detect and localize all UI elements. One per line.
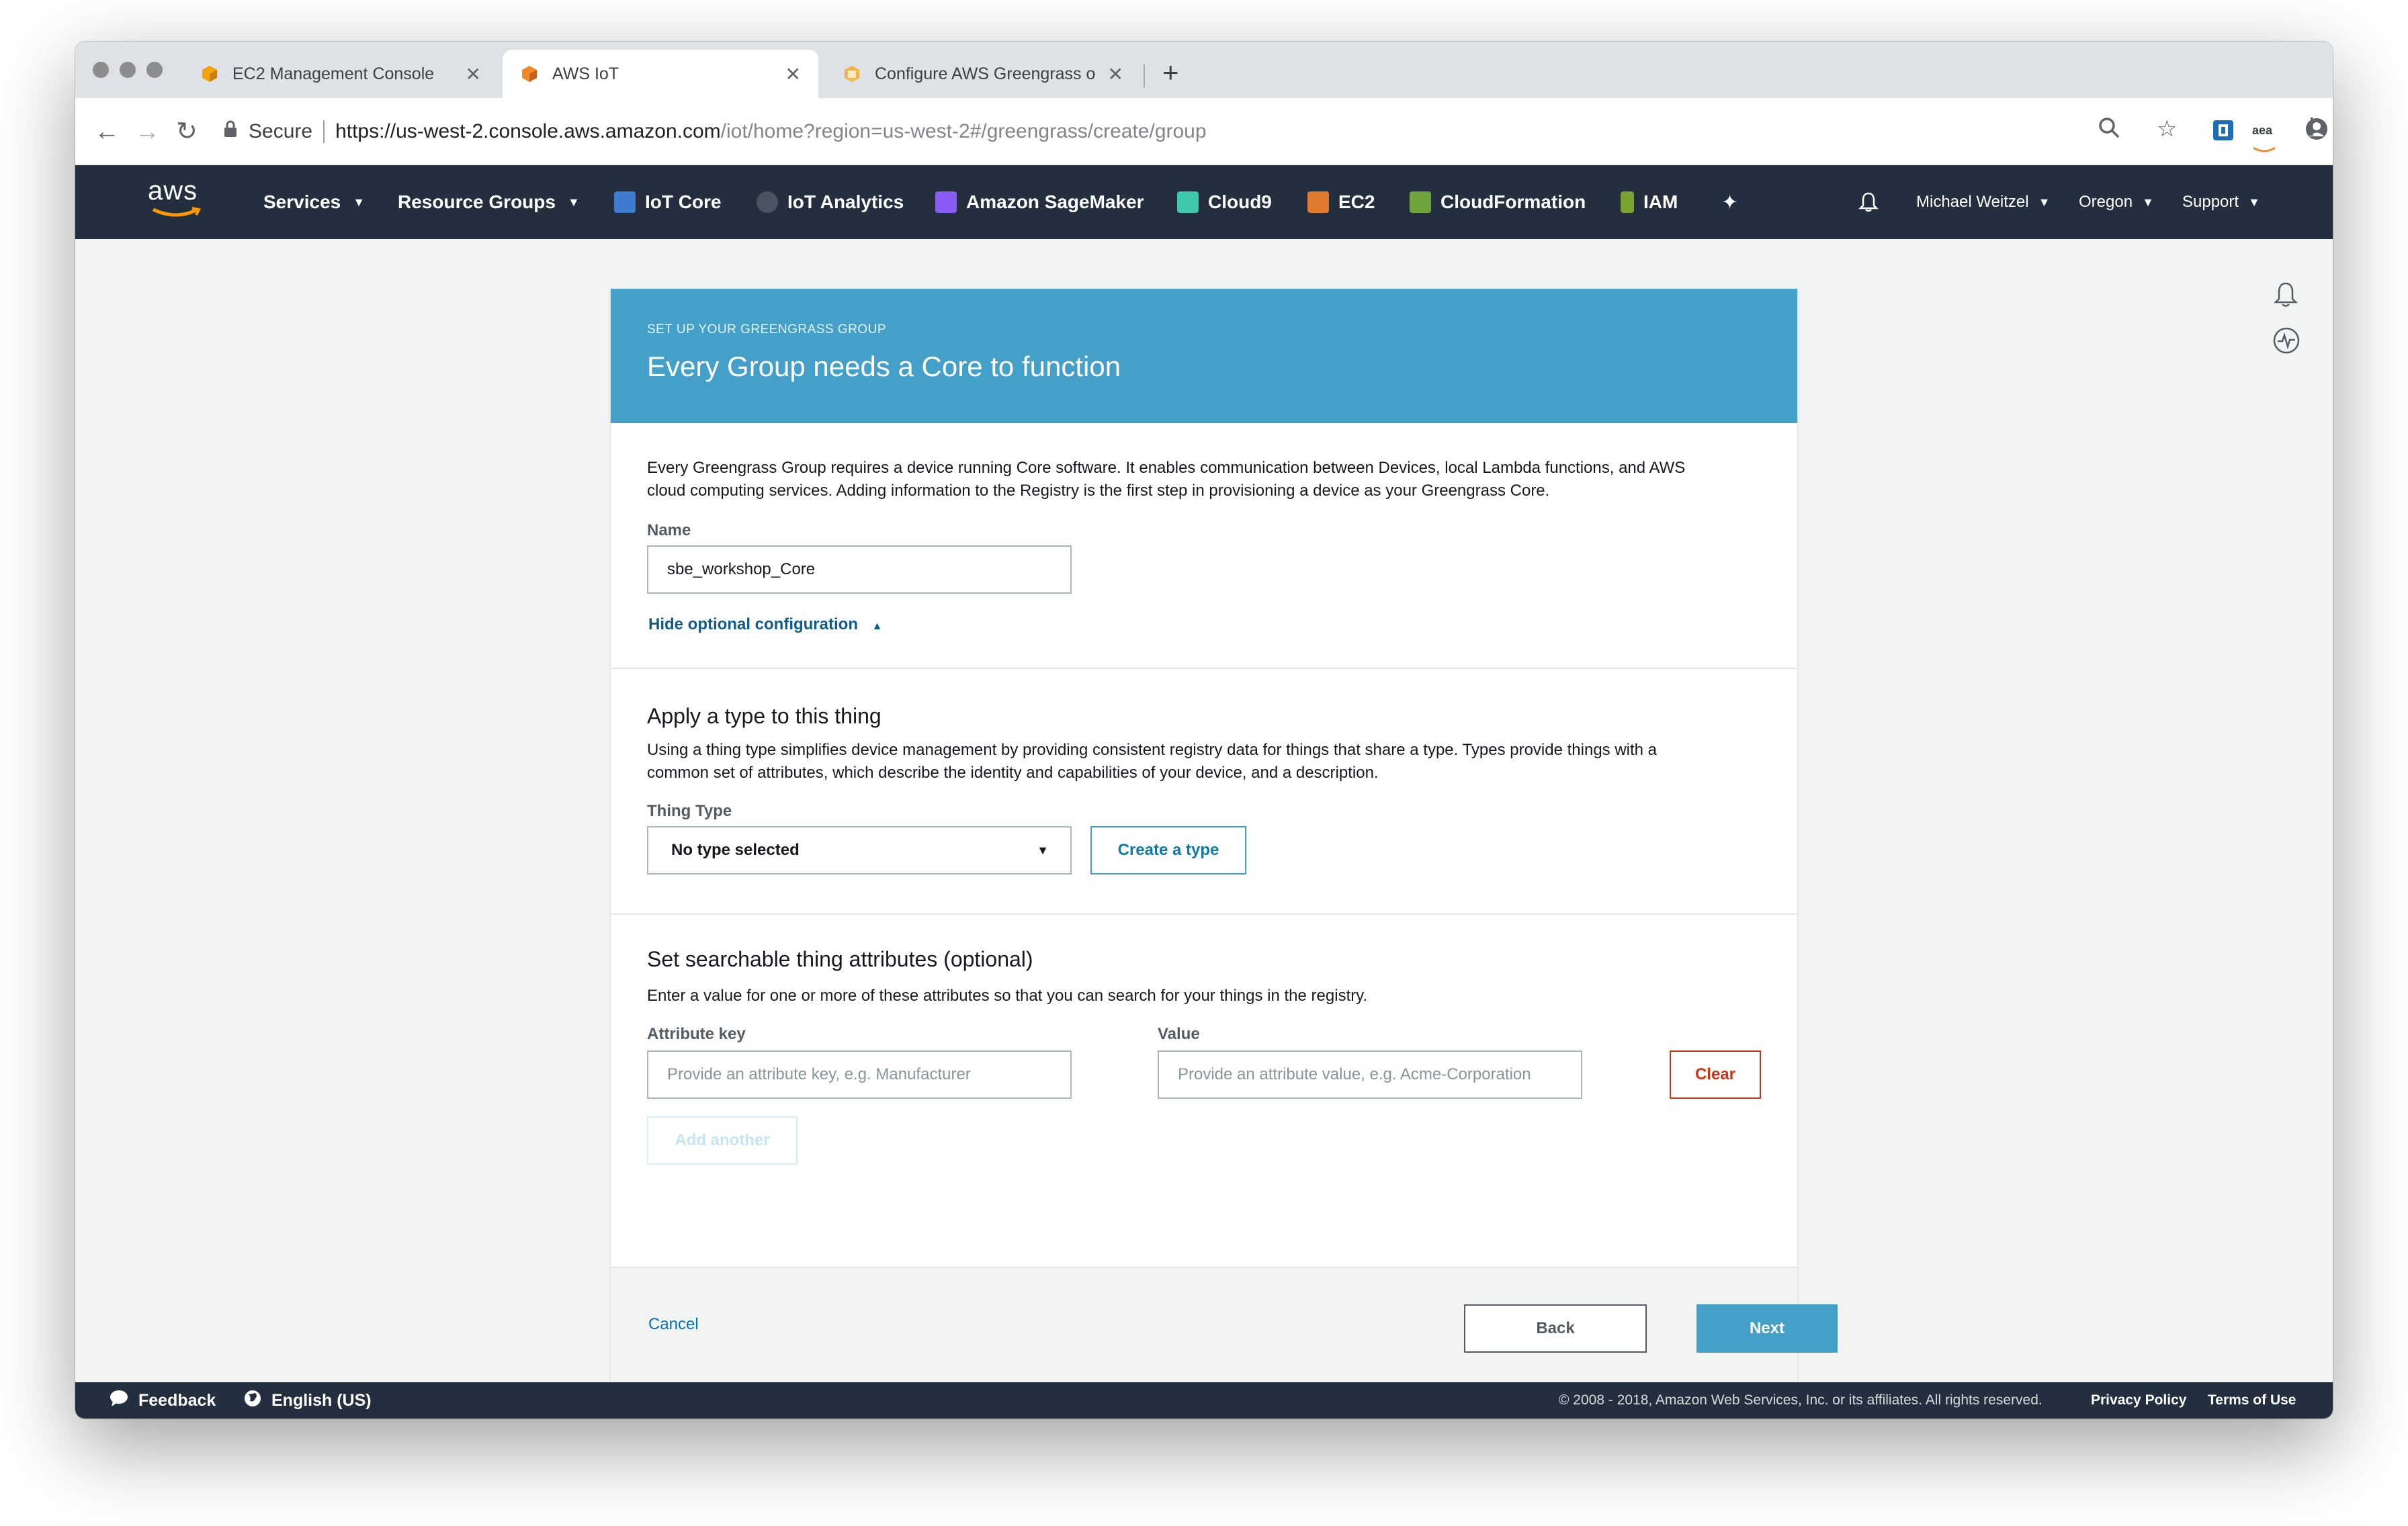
shortcut-cloudformation[interactable]: CloudFormation	[1410, 165, 1586, 239]
page-title: Every Group needs a Core to function	[647, 351, 1121, 382]
create-core-card: SET UP YOUR GREENGRASS GROUP Every Group…	[611, 289, 1838, 1388]
tab-separator	[1144, 64, 1145, 87]
shortcut-sagemaker[interactable]: Amazon SageMaker	[935, 165, 1144, 239]
shortcut-iot-analytics[interactable]: IoT Analytics	[757, 165, 904, 239]
notifications-bell-icon[interactable]	[1858, 165, 1879, 239]
tab-aws-iot[interactable]: AWS IoT ✕	[503, 50, 818, 98]
iot-analytics-icon	[757, 191, 778, 213]
close-window-button[interactable]	[93, 62, 109, 78]
iam-key-icon	[1621, 191, 1634, 213]
back-arrow-icon[interactable]: ←	[94, 116, 120, 148]
aws-logo[interactable]: aws	[148, 176, 208, 223]
back-button[interactable]: Back	[1464, 1304, 1647, 1353]
account-menu[interactable]: Michael Weitzel ▼	[1916, 165, 2050, 239]
new-tab-icon[interactable]: +	[1162, 56, 1179, 89]
shortcut-iot-core[interactable]: IoT Core	[614, 165, 722, 239]
thing-type-select[interactable]: No type selected ▼	[647, 826, 1072, 874]
forward-arrow-icon[interactable]: →	[134, 116, 160, 148]
aws-cube-icon	[200, 64, 219, 83]
thing-type-section: Apply a type to this thing Using a thing…	[611, 669, 1797, 915]
feedback-link[interactable]: Feedback	[109, 1382, 216, 1419]
aea-extension-icon[interactable]: aea	[2252, 114, 2276, 153]
browser-toolbar: ← → ↻ Secure https://us-west-2.console.a…	[75, 98, 2333, 165]
extension-icon[interactable]	[2212, 118, 2235, 150]
terms-of-use-link[interactable]: Terms of Use	[2208, 1382, 2296, 1419]
core-name-input[interactable]: sbe_workshop_Core	[647, 545, 1072, 594]
tab-ec2-console[interactable]: EC2 Management Console ✕	[183, 50, 499, 98]
shortcut-cloud9[interactable]: Cloud9	[1177, 165, 1272, 239]
step-eyebrow: SET UP YOUR GREENGRASS GROUP	[647, 322, 887, 336]
tab-greengrass-docs[interactable]: Configure AWS Greengrass on ✕	[825, 50, 1141, 98]
create-type-button[interactable]: Create a type	[1090, 826, 1246, 874]
cancel-link[interactable]: Cancel	[648, 1315, 699, 1334]
core-name-section: Every Greengrass Group requires a device…	[611, 423, 1797, 669]
iot-core-icon	[614, 191, 636, 213]
clear-attribute-button[interactable]: Clear	[1670, 1050, 1761, 1099]
speech-bubble-icon	[109, 1389, 129, 1412]
chevron-down-icon: ▼	[2248, 195, 2260, 209]
close-tab-icon[interactable]: ✕	[785, 63, 801, 85]
shortcut-iam[interactable]: IAM	[1621, 165, 1678, 239]
tab-strip: EC2 Management Console ✕ AWS IoT ✕ Confi…	[75, 42, 2333, 98]
name-label: Name	[647, 521, 691, 539]
thing-type-title: Apply a type to this thing	[647, 704, 882, 728]
thing-type-label: Thing Type	[647, 802, 732, 820]
bookmark-star-icon[interactable]: ☆	[2157, 113, 2177, 145]
aws-global-nav: aws Services ▼ Resource Groups ▼ IoT Cor…	[75, 165, 2333, 239]
browser-window: EC2 Management Console ✕ AWS IoT ✕ Confi…	[75, 42, 2333, 1419]
chevron-down-icon: ▼	[353, 195, 366, 209]
close-tab-icon[interactable]: ✕	[466, 63, 481, 85]
language-selector[interactable]: English (US)	[243, 1382, 372, 1419]
hide-optional-config-link[interactable]: Hide optional configuration ▲	[648, 615, 883, 634]
maximize-window-button[interactable]	[146, 62, 163, 78]
cloud9-icon	[1177, 191, 1199, 213]
attributes-title: Set searchable thing attributes (optiona…	[647, 947, 1033, 971]
wizard-actions: Cancel Back Next	[611, 1267, 1838, 1388]
zoom-search-icon[interactable]	[2098, 116, 2120, 148]
caret-up-icon: ▲	[871, 621, 883, 632]
chevron-down-icon: ▼	[567, 195, 580, 209]
activity-monitor-icon[interactable]	[2272, 326, 2300, 361]
core-description: Every Greengrass Group requires a device…	[647, 459, 1686, 500]
attribute-key-label: Attribute key	[647, 1025, 746, 1043]
shortcut-ec2[interactable]: EC2	[1307, 165, 1375, 239]
attributes-section: Set searchable thing attributes (optiona…	[611, 915, 1797, 1267]
main-content: SET UP YOUR GREENGRASS GROUP Every Group…	[75, 239, 2333, 1388]
add-another-button[interactable]: Add another	[647, 1116, 798, 1165]
globe-icon	[243, 1389, 262, 1412]
copyright-text: © 2008 - 2018, Amazon Web Services, Inc.…	[1559, 1392, 2042, 1408]
services-menu[interactable]: Services ▼	[263, 165, 365, 239]
lock-icon	[223, 120, 238, 143]
attributes-description: Enter a value for one or more of these a…	[647, 987, 1368, 1005]
cloudformation-icon	[1410, 191, 1431, 213]
next-button[interactable]: Next	[1696, 1304, 1838, 1353]
aws-docs-icon	[843, 64, 861, 83]
resource-groups-menu[interactable]: Resource Groups ▼	[398, 165, 580, 239]
attribute-value-label: Value	[1158, 1025, 1200, 1043]
sagemaker-icon	[935, 191, 957, 213]
browser-menu-icon[interactable]: ⋮	[2300, 113, 2323, 140]
ec2-icon	[1307, 191, 1329, 213]
card-header: SET UP YOUR GREENGRASS GROUP Every Group…	[611, 289, 1797, 423]
support-menu[interactable]: Support ▼	[2182, 165, 2260, 239]
minimize-window-button[interactable]	[120, 62, 136, 78]
attribute-value-input[interactable]: Provide an attribute value, e.g. Acme-Co…	[1158, 1050, 1582, 1099]
aws-iot-icon	[520, 64, 539, 83]
region-menu[interactable]: Oregon ▼	[2079, 165, 2154, 239]
privacy-policy-link[interactable]: Privacy Policy	[2091, 1382, 2186, 1419]
thing-type-description: Using a thing type simplifies device man…	[647, 741, 1658, 782]
pin-icon[interactable]: ✦	[1721, 165, 1738, 239]
console-footer: Feedback English (US) © 2008 - 2018, Ama…	[75, 1382, 2333, 1419]
notification-bell-icon[interactable]	[2272, 281, 2299, 316]
reload-icon[interactable]: ↻	[176, 116, 198, 148]
attribute-key-input[interactable]: Provide an attribute key, e.g. Manufactu…	[647, 1050, 1072, 1099]
close-tab-icon[interactable]: ✕	[1108, 63, 1123, 85]
dropdown-caret-icon: ▼	[1037, 844, 1049, 857]
address-bar[interactable]: Secure https://us-west-2.console.aws.ama…	[223, 106, 2192, 157]
chevron-down-icon: ▼	[2142, 195, 2154, 209]
chevron-down-icon: ▼	[2038, 195, 2051, 209]
